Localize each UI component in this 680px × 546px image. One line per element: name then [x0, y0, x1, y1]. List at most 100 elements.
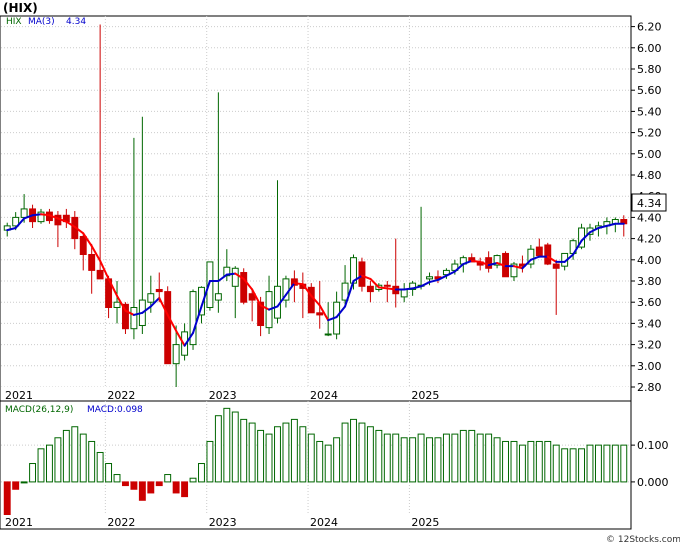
macd-bar-positive: [451, 433, 459, 483]
macd-bar-positive: [257, 429, 265, 483]
macd-bar-positive: [527, 440, 535, 483]
price-tick-label: 3.40: [637, 317, 662, 330]
macd-bar-positive: [535, 440, 543, 483]
macd-bar-positive: [358, 422, 366, 483]
price-x-tick-label: 2023: [209, 389, 237, 402]
macd-bar-positive: [299, 426, 307, 483]
candle-down: [88, 254, 96, 271]
macd-bar-positive: [231, 411, 239, 483]
macd-bar-positive: [569, 448, 577, 483]
macd-x-tick-label: 2022: [107, 516, 135, 529]
macd-bar-positive: [62, 429, 70, 483]
price-tick-label: 6.20: [637, 21, 662, 34]
chart-title: (HIX): [3, 1, 38, 15]
macd-legend-value: MACD:0.098: [87, 405, 143, 415]
macd-bar-positive: [603, 444, 611, 483]
price-tick-label: 5.60: [637, 84, 662, 97]
macd-bar-positive: [561, 448, 569, 483]
macd-bar-positive: [265, 433, 273, 483]
price-x-tick-label: 2022: [107, 389, 135, 402]
macd-bar-positive: [105, 463, 113, 483]
macd-bar-positive: [468, 429, 476, 483]
candle-up: [231, 267, 239, 287]
candle-up: [426, 276, 433, 280]
macd-bar-positive: [274, 426, 281, 483]
price-tick-label: 4.80: [637, 169, 662, 182]
macd-bar-positive: [375, 429, 383, 483]
macd-bar-positive: [20, 481, 28, 484]
price-tick-label: 4.40: [637, 211, 662, 224]
macd-bar-positive: [383, 433, 391, 483]
macd-bar-negative: [181, 481, 189, 498]
macd-bar-positive: [552, 444, 560, 483]
candle-up: [400, 288, 408, 298]
macd-bar-positive: [417, 433, 425, 483]
macd-bar-positive: [392, 433, 400, 483]
price-tick-label: 3.00: [637, 360, 662, 373]
macd-bar-positive: [476, 433, 484, 483]
macd-bar-positive: [54, 437, 62, 483]
price-tick-label: 5.40: [637, 105, 662, 118]
price-tick-label: 6.00: [637, 42, 662, 55]
macd-bar-positive: [29, 463, 37, 483]
candle-down: [79, 235, 87, 255]
macd-bar-positive: [578, 448, 586, 483]
price-tick-label: 5.80: [637, 63, 662, 76]
macd-bar-positive: [426, 437, 433, 483]
macd-bar-positive: [594, 444, 602, 483]
candle-up: [130, 307, 138, 330]
macd-bar-positive: [333, 437, 341, 483]
macd-bar-positive: [290, 418, 298, 483]
macd-x-tick-label: 2021: [5, 516, 33, 529]
price-x-tick-label: 2025: [411, 389, 439, 402]
ma3-segment: [293, 282, 304, 286]
macd-bar-positive: [79, 433, 87, 483]
macd-bar-positive: [341, 422, 349, 483]
macd-bar-negative: [3, 481, 11, 516]
macd-bar-positive: [96, 451, 104, 483]
price-panel: 2.803.003.203.403.603.804.004.204.404.60…: [0, 15, 667, 403]
macd-bar-positive: [366, 426, 374, 483]
macd-bar-positive: [544, 440, 552, 483]
price-x-tick-label: 2021: [5, 389, 33, 402]
macd-bar-positive: [510, 440, 518, 483]
macd-bar-positive: [248, 422, 256, 483]
candle-up: [324, 333, 332, 336]
macd-bar-positive: [434, 437, 442, 483]
ma3-segment: [31, 213, 43, 217]
macd-bar-positive: [71, 426, 79, 483]
macd-panel: 0.000 0.100 2021 2022 2023 2024 2025 MACD(26,…: [0, 400, 669, 530]
ma3-segment: [40, 213, 51, 217]
macd-bar-positive: [502, 440, 509, 483]
macd-bar-positive: [37, 448, 45, 483]
macd-bar-positive: [442, 433, 450, 483]
candle-down: [383, 284, 391, 287]
candle-down: [155, 288, 163, 293]
macd-bar-positive: [316, 440, 324, 483]
macd-bar-positive: [586, 444, 594, 483]
macd-bar-positive: [493, 437, 501, 483]
stock-chart: (HIX) 2.80 3.00 3.20 3.40 3.60 3.80 4.00 4.20 4.…: [0, 0, 680, 546]
macd-bar-positive: [113, 474, 121, 483]
legend-ma-label: MA(3): [28, 17, 55, 27]
candle-down: [307, 286, 315, 314]
macd-bar-positive: [459, 429, 467, 483]
macd-bar-positive: [214, 415, 222, 483]
ma3-segment: [386, 287, 397, 291]
watermark: © 12Stocks.com: [606, 535, 680, 545]
macd-bar-positive: [409, 437, 417, 483]
macd-bar-positive: [223, 407, 231, 483]
macd-bar-positive: [164, 474, 172, 483]
price-tick-label: 3.20: [637, 339, 662, 352]
macd-bar-positive: [518, 444, 526, 483]
candle-down: [96, 269, 104, 280]
macd-bar-negative: [130, 481, 138, 490]
price-tick-label: 5.20: [637, 127, 662, 140]
candle-down: [485, 257, 493, 269]
candle-down: [544, 244, 552, 265]
candle-up: [147, 293, 155, 303]
macd-bar-positive: [240, 418, 248, 483]
candle-up: [172, 344, 180, 365]
candle-down: [164, 291, 172, 365]
macd-bar-negative: [12, 481, 20, 490]
